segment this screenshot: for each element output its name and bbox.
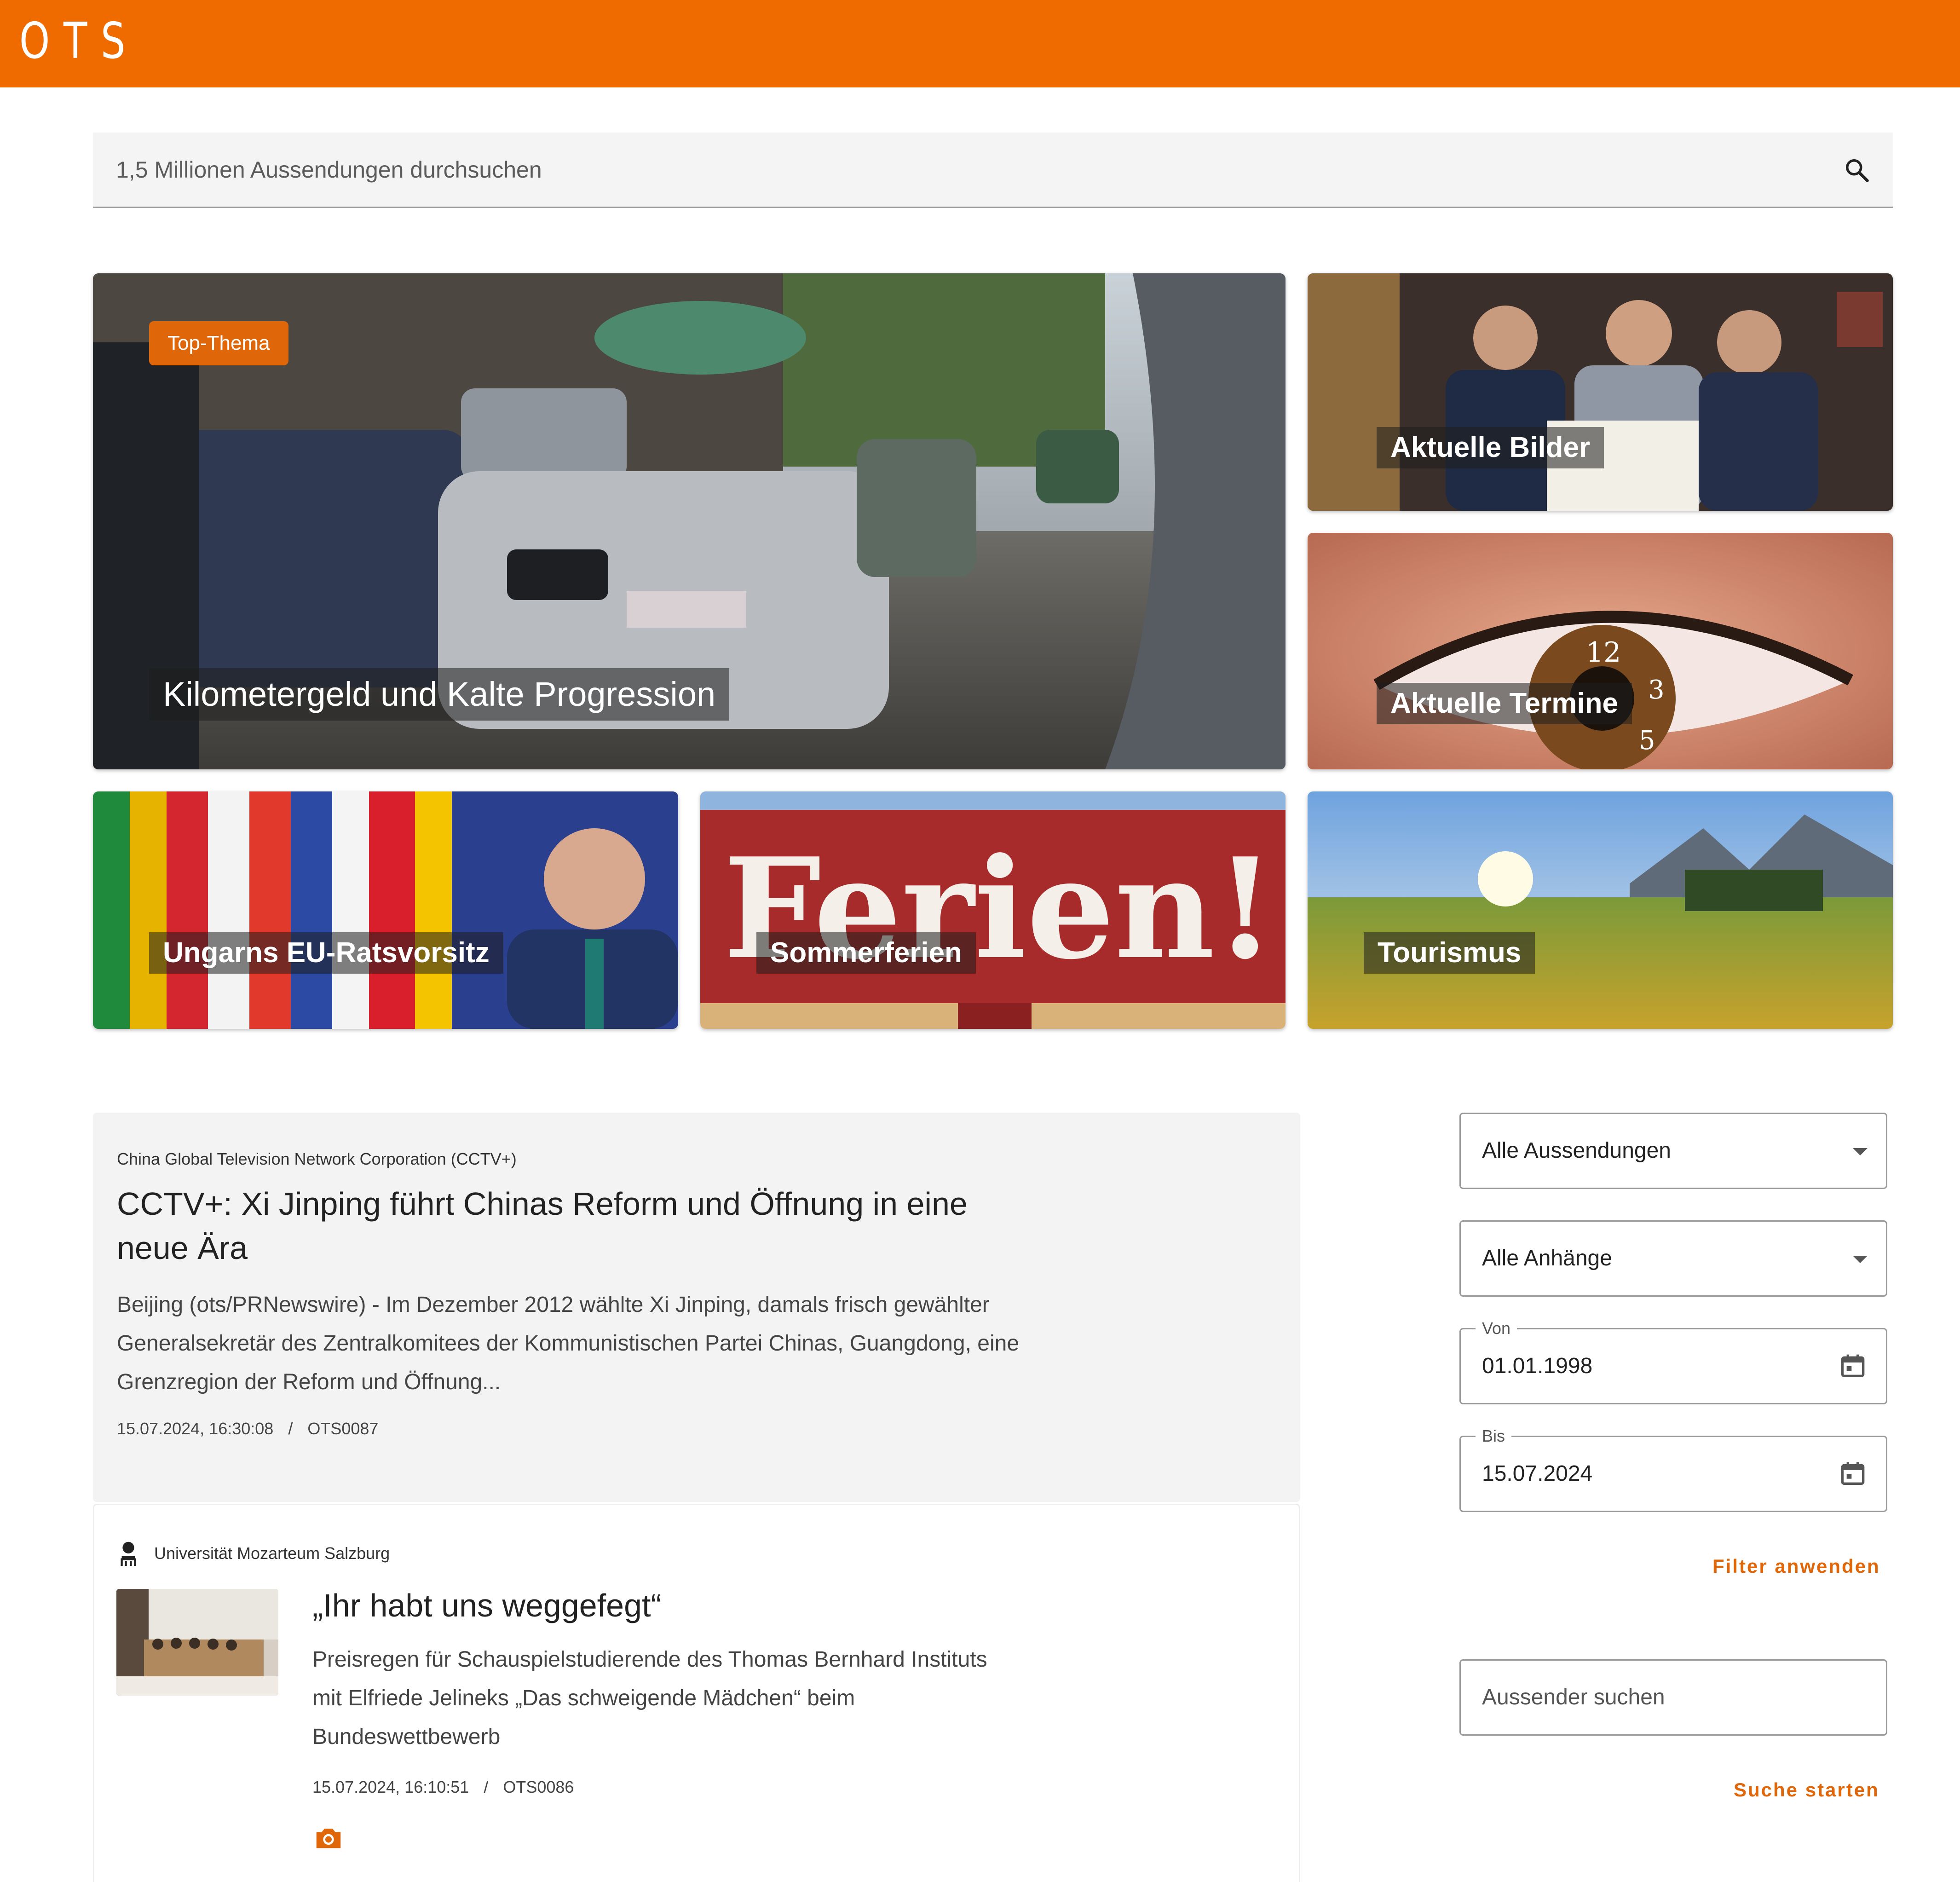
top-thema-title: Kilometergeld und Kalte Progression <box>149 668 730 721</box>
calendar-icon[interactable] <box>1838 1459 1868 1489</box>
ungarn-eu-tile[interactable]: Ungarns EU-Ratsvorsitz <box>93 791 678 1029</box>
news-meta: 15.07.2024, 16:30:08 / OTS0087 <box>117 1419 378 1438</box>
date-from-field[interactable]: Von 01.01.1998 <box>1459 1319 1887 1404</box>
svg-text:3: 3 <box>1648 675 1665 705</box>
search-icon[interactable] <box>1843 156 1871 184</box>
svg-text:12: 12 <box>1586 636 1621 669</box>
sender-search-field[interactable]: Aussender suchen <box>1459 1659 1887 1736</box>
eye-clock-photo: 12 3 5 <box>1308 533 1893 769</box>
aktuelle-bilder-tile[interactable]: Aktuelle Bilder <box>1308 273 1893 511</box>
dropdown-arrow-icon <box>1853 1256 1868 1263</box>
flags-photo <box>93 791 678 1029</box>
aktuelle-bilder-title: Aktuelle Bilder <box>1377 427 1604 468</box>
svg-text:5: 5 <box>1639 726 1655 756</box>
news-teaser-line: Generalsekretär des Zentralkomitees der … <box>117 1331 1020 1356</box>
news-title-line: CCTV+: Xi Jinping führt Chinas Reform un… <box>117 1186 968 1222</box>
news-teaser-line: mit Elfriede Jelineks „Das schweigende M… <box>312 1686 855 1710</box>
ots-logo[interactable]: OTS <box>19 17 139 66</box>
news-meta: 15.07.2024, 16:10:51 / OTS0086 <box>312 1778 574 1797</box>
anhaenge-select-value: Alle Anhänge <box>1482 1246 1612 1270</box>
date-from-value: 01.01.1998 <box>1482 1354 1593 1378</box>
news-teaser-line: Bundeswettbewerb <box>312 1725 501 1749</box>
top-thema-badge: Top-Thema <box>149 321 288 365</box>
news-sender[interactable]: China Global Television Network Corporat… <box>117 1149 517 1169</box>
news-datetime: 15.07.2024, 16:30:08 <box>117 1419 274 1438</box>
news-teaser-line: Preisregen für Schauspielstudierende des… <box>312 1647 987 1672</box>
calendar-icon[interactable] <box>1838 1351 1868 1381</box>
sommerferien-title: Sommerferien <box>756 932 976 974</box>
news-sender[interactable]: Universität Mozarteum Salzburg <box>154 1544 390 1563</box>
date-to-value: 15.07.2024 <box>1482 1461 1593 1486</box>
award-photo <box>1308 273 1893 511</box>
news-title[interactable]: „Ihr habt uns weggefegt“ <box>312 1583 662 1628</box>
news-code: OTS0086 <box>503 1778 574 1796</box>
search-bar <box>93 133 1893 208</box>
news-item[interactable]: China Global Television Network Corporat… <box>93 1113 1300 1502</box>
ferien-sign-photo: Ferien! <box>700 791 1286 1029</box>
meta-separator: / <box>484 1778 489 1796</box>
aktuelle-termine-title: Aktuelle Termine <box>1377 683 1632 724</box>
date-from-label: Von <box>1476 1319 1517 1338</box>
anhaenge-select[interactable]: Alle Anhänge <box>1459 1220 1887 1297</box>
news-title[interactable]: CCTV+: Xi Jinping führt Chinas Reform un… <box>117 1182 968 1270</box>
aktuelle-termine-tile[interactable]: 12 3 5 Aktuelle Termine <box>1308 533 1893 769</box>
news-teaser-line: Beijing (ots/PRNewswire) - Im Dezember 2… <box>117 1293 990 1317</box>
date-to-label: Bis <box>1476 1427 1512 1445</box>
news-item[interactable]: Universität Mozarteum Salzburg „Ihr habt… <box>93 1504 1300 1882</box>
meadow-photo <box>1308 791 1893 1029</box>
sender-logo-icon <box>121 1541 136 1566</box>
news-teaser-line: Grenzregion der Reform und Öffnung... <box>117 1370 501 1394</box>
news-teaser: Preisregen für Schauspielstudierende des… <box>312 1640 987 1756</box>
meta-separator: / <box>288 1419 293 1438</box>
sender-search-placeholder: Aussender suchen <box>1482 1685 1665 1709</box>
news-thumbnail[interactable] <box>116 1589 278 1696</box>
news-teaser: Beijing (ots/PRNewswire) - Im Dezember 2… <box>117 1286 1019 1402</box>
aussendungen-select[interactable]: Alle Aussendungen <box>1459 1113 1887 1189</box>
tourismus-title: Tourismus <box>1364 932 1535 974</box>
news-code: OTS0087 <box>307 1419 379 1438</box>
search-input[interactable] <box>115 133 1819 207</box>
tourismus-tile[interactable]: Tourismus <box>1308 791 1893 1029</box>
apply-filter-button[interactable]: Filter anwenden <box>1712 1555 1880 1577</box>
ungarn-eu-title: Ungarns EU-Ratsvorsitz <box>149 932 503 974</box>
dropdown-arrow-icon <box>1853 1148 1868 1155</box>
news-datetime: 15.07.2024, 16:10:51 <box>312 1778 469 1796</box>
aussendungen-select-value: Alle Aussendungen <box>1482 1138 1671 1163</box>
date-to-field[interactable]: Bis 15.07.2024 <box>1459 1427 1887 1512</box>
top-thema-tile[interactable]: Top-Thema Kilometergeld und Kalte Progre… <box>93 273 1286 769</box>
news-title-line: neue Ära <box>117 1230 248 1266</box>
top-bar: OTS <box>0 0 1960 87</box>
sommerferien-tile[interactable]: Ferien! Sommerferien <box>700 791 1286 1029</box>
camera-icon[interactable] <box>312 1823 345 1855</box>
start-search-button[interactable]: Suche starten <box>1734 1779 1879 1801</box>
